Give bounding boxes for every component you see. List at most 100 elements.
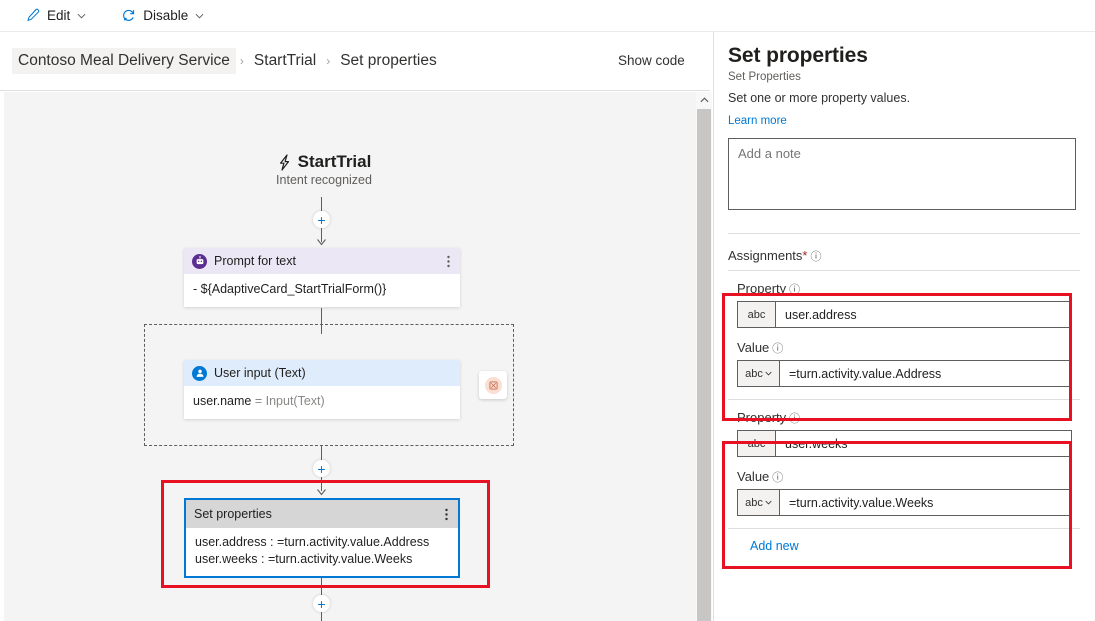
learn-more-link[interactable]: Learn more (728, 115, 787, 127)
value-type-selector-1[interactable]: abc (738, 361, 780, 386)
input-property-name: user.name (193, 394, 255, 408)
value-type-selector-2[interactable]: abc (738, 490, 780, 515)
breadcrumb-item-action[interactable]: Set properties (334, 48, 443, 74)
value-field-2[interactable]: abc (737, 489, 1072, 516)
breadcrumb-item-trigger[interactable]: StartTrial (248, 48, 322, 74)
value-input-1[interactable] (780, 361, 1071, 386)
node-header: Set properties (186, 500, 458, 528)
show-code-button[interactable]: Show code (618, 53, 685, 68)
panel-title: Set properties (728, 44, 868, 67)
panel-subtitle: Set Properties (728, 71, 801, 83)
add-action-button-2[interactable]: + (313, 460, 330, 477)
info-icon: ⓘ (772, 472, 784, 484)
trigger-title-row: StartTrial (204, 152, 444, 172)
app-root: Edit Disable Contoso Meal Delivery Servi… (0, 0, 1095, 621)
chevron-down-icon (77, 13, 86, 19)
note-input[interactable] (728, 138, 1076, 210)
person-icon (192, 365, 207, 381)
value-label-text: Value (737, 340, 770, 355)
property-label-1: Property ⓘ (737, 281, 1072, 297)
assignments-label: Assignments* ⓘ (728, 248, 1081, 270)
node-user-input-text[interactable]: User input (Text) user.name = Input(Text… (184, 360, 460, 419)
property-label-2: Property ⓘ (737, 410, 1072, 426)
arrow-head (317, 239, 326, 248)
panel-spacer (728, 215, 1081, 233)
scrollbar-thumb[interactable] (697, 109, 711, 621)
bot-icon (192, 253, 207, 269)
node-title: Set properties (194, 507, 272, 521)
info-icon: ⓘ (810, 251, 822, 263)
required-marker: * (802, 248, 808, 263)
more-vertical-icon[interactable] (445, 255, 452, 268)
property-type-selector-1[interactable]: abc (738, 302, 776, 327)
node-body-line: - ${AdaptiveCard_StartTrialForm()} (193, 282, 387, 296)
edit-button[interactable]: Edit (16, 2, 94, 30)
breadcrumb-item-dialog[interactable]: Contoso Meal Delivery Service (12, 48, 236, 74)
value-input-2[interactable] (780, 490, 1071, 515)
flow-canvas[interactable]: StartTrial Intent recognized + Prompt fo… (4, 92, 696, 621)
add-action-button-1[interactable]: + (313, 211, 330, 228)
node-body: user.address : =turn.activity.value.Addr… (186, 528, 458, 576)
property-field-1[interactable]: abc (737, 301, 1072, 328)
node-header: Prompt for text (184, 248, 460, 274)
field-spacer (737, 328, 1072, 340)
connector-line (321, 612, 322, 621)
node-body: user.name = Input(Text) (184, 386, 460, 419)
info-icon: ⓘ (772, 343, 784, 355)
node-title: User input (Text) (214, 366, 306, 380)
breadcrumb-separator: › (326, 54, 331, 68)
node-body-line: user.weeks : =turn.activity.value.Weeks (195, 552, 413, 566)
chevron-down-icon (765, 500, 772, 505)
property-type-selector-2[interactable]: abc (738, 431, 776, 456)
property-input-2[interactable] (776, 431, 1071, 456)
assignments-label-text: Assignments (728, 248, 803, 263)
panel-spacer (728, 234, 1081, 248)
properties-panel: Set properties Set Properties Set one or… (713, 32, 1095, 621)
property-label-text: Property (737, 410, 787, 425)
breadcrumb-separator: › (239, 54, 244, 68)
node-body-line: user.address : =turn.activity.value.Addr… (195, 535, 430, 549)
node-body-line: user.name = Input(Text) (193, 393, 451, 410)
breadcrumb: Contoso Meal Delivery Service › StartTri… (0, 32, 710, 91)
disable-button[interactable]: Disable (112, 2, 212, 30)
panel-spacer (728, 529, 1081, 539)
more-vertical-icon[interactable] (443, 508, 450, 521)
value-label-1: Value ⓘ (737, 340, 1072, 356)
value-label-2: Value ⓘ (737, 469, 1072, 485)
node-header: User input (Text) (184, 360, 460, 386)
node-set-properties[interactable]: Set properties user.address : =turn.acti… (184, 498, 460, 578)
panel-description: Set one or more property values. (728, 91, 911, 105)
add-new-link[interactable]: Add new (750, 539, 1081, 553)
info-icon: ⓘ (789, 284, 801, 296)
command-bar: Edit Disable (0, 0, 1095, 32)
trigger-node[interactable]: StartTrial Intent recognized (204, 152, 444, 187)
value-type-label: abc (745, 367, 763, 380)
node-prompt-for-text[interactable]: Prompt for text - ${AdaptiveCard_StartTr… (184, 248, 460, 307)
value-type-label: abc (745, 496, 763, 509)
value-field-1[interactable]: abc (737, 360, 1072, 387)
loop-stop-icon[interactable] (479, 371, 507, 399)
pencil-icon (24, 8, 40, 24)
trigger-title: StartTrial (297, 152, 372, 171)
scroll-up-arrow-icon[interactable] (696, 92, 712, 108)
info-icon: ⓘ (789, 413, 801, 425)
node-body: - ${AdaptiveCard_StartTrialForm()} (184, 274, 460, 307)
trigger-subtitle: Intent recognized (276, 173, 372, 187)
arrow-head (317, 489, 326, 498)
add-action-button-3[interactable]: + (313, 595, 330, 612)
connector-line (321, 446, 322, 461)
assignment-group-2: Propertyⓘ abc Valueⓘ abc (728, 400, 1081, 528)
value-label-text: Value (737, 469, 770, 484)
input-assignment: = Input(Text) (254, 394, 325, 408)
edit-label: Edit (47, 7, 71, 23)
chevron-down-icon (195, 13, 204, 19)
canvas-scrollbar[interactable] (696, 92, 712, 621)
field-spacer (737, 457, 1072, 469)
chevron-down-icon (765, 371, 772, 376)
loop-badge-circle (484, 376, 502, 394)
property-field-2[interactable]: abc (737, 430, 1072, 457)
lightning-bolt-icon (277, 153, 292, 171)
disable-circle-icon (120, 8, 136, 24)
property-input-1[interactable] (776, 302, 1071, 327)
property-label-text: Property (737, 281, 787, 296)
